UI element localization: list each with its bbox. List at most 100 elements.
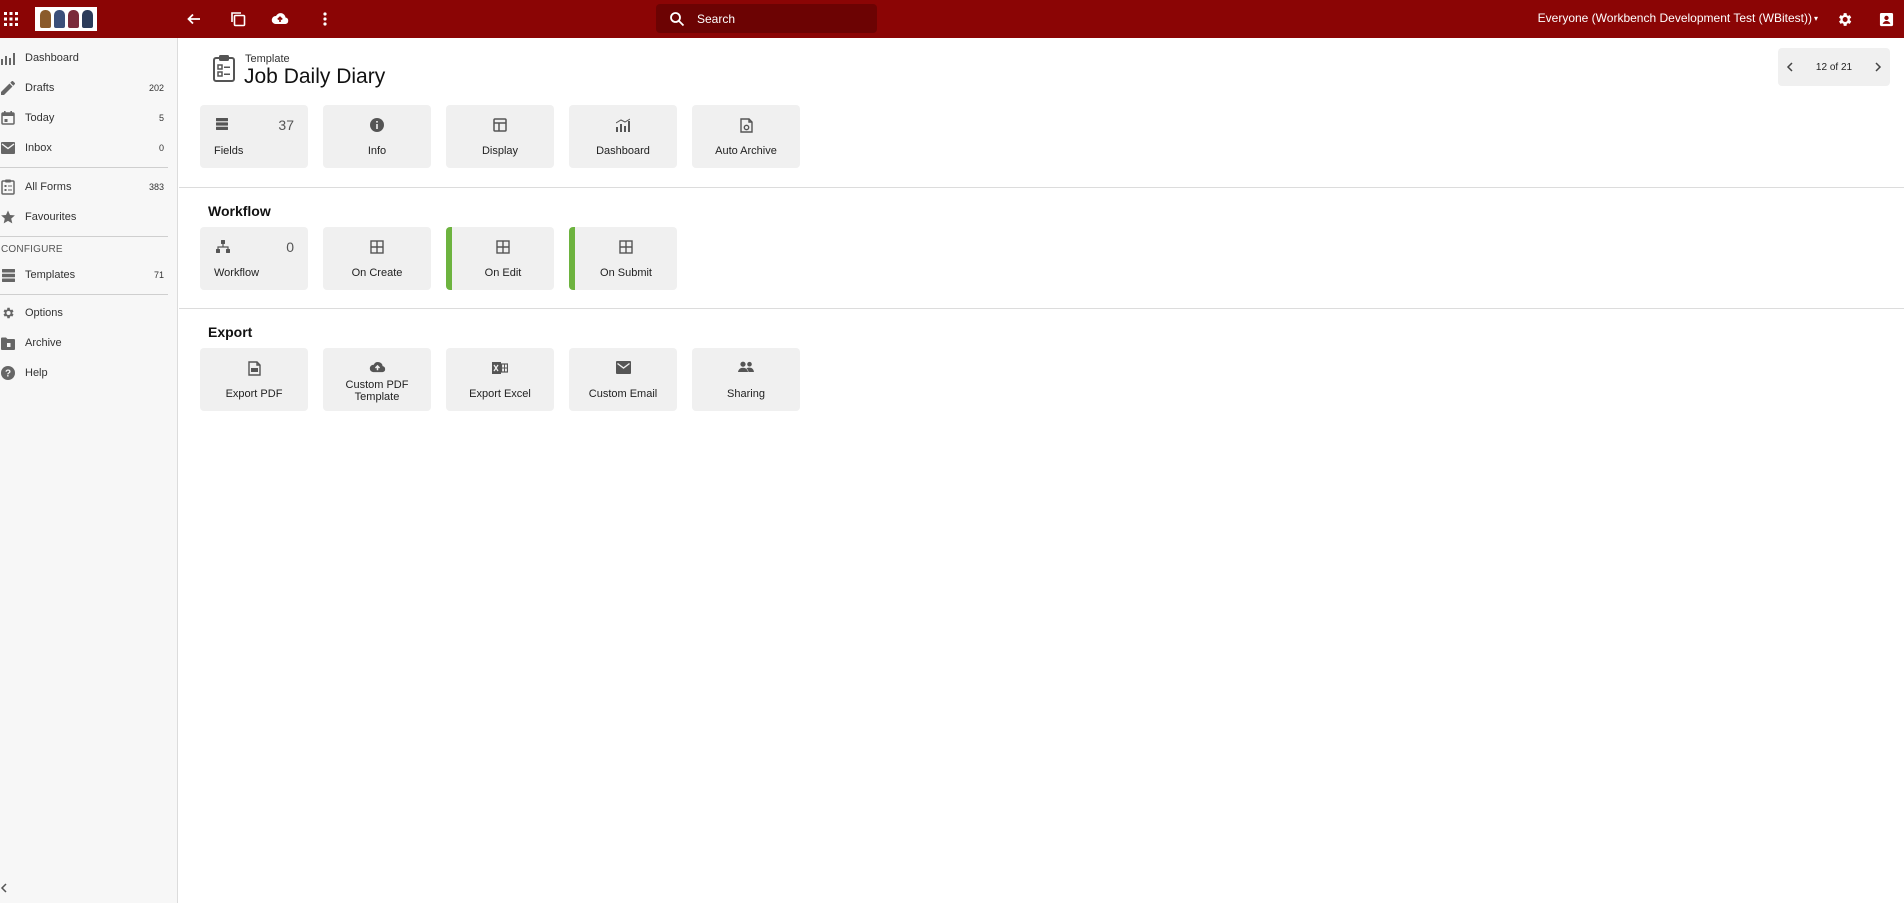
clipboard-template-icon	[212, 54, 236, 82]
card-label: Fields	[214, 145, 244, 157]
sidebar-item-inbox[interactable]: Inbox 0	[0, 133, 168, 163]
card-label: Custom PDF Template	[345, 379, 409, 403]
fields-count: 37	[278, 117, 294, 133]
people-icon	[692, 361, 800, 373]
sidebar-item-all-forms[interactable]: All Forms 383	[0, 172, 168, 202]
pencil-icon	[0, 80, 16, 96]
sidebar-item-label: Drafts	[25, 82, 55, 94]
collapse-sidebar-icon[interactable]	[0, 879, 14, 897]
sidebar-item-help[interactable]: ? Help	[0, 358, 168, 388]
dashboard-card[interactable]: Dashboard	[569, 105, 677, 168]
sidebar-item-label: Archive	[25, 337, 62, 349]
grid-icon	[575, 240, 677, 254]
sidebar-item-label: Options	[25, 307, 63, 319]
sidebar-item-label: Today	[25, 112, 55, 124]
auto-archive-icon	[692, 118, 800, 133]
info-icon	[323, 118, 431, 132]
sidebar-divider	[0, 294, 168, 295]
grid-icon	[452, 240, 554, 254]
sharing-card[interactable]: Sharing	[692, 348, 800, 411]
sidebar-item-label: Favourites	[25, 211, 77, 223]
top-bar: Search Everyone (Workbench Development T…	[0, 0, 1904, 38]
sidebar-item-favourites[interactable]: Favourites	[0, 202, 168, 232]
next-record-chevron-icon[interactable]	[1874, 62, 1882, 72]
help-icon: ?	[0, 365, 16, 381]
grid-icon	[323, 240, 431, 254]
sidebar-item-count: 0	[158, 143, 164, 153]
cloud-upload-icon	[323, 361, 431, 374]
card-label: Export PDF	[225, 388, 283, 400]
previous-record-chevron-icon[interactable]	[1786, 62, 1794, 72]
sidebar-item-count: 71	[153, 270, 164, 280]
export-excel-card[interactable]: Export Excel	[446, 348, 554, 411]
sidebar-item-archive[interactable]: Archive	[0, 328, 168, 358]
sidebar-item-label: Inbox	[25, 142, 52, 154]
custom-email-card[interactable]: Custom Email	[569, 348, 677, 411]
card-label: Dashboard	[596, 145, 650, 157]
dashboard-chart-icon	[569, 118, 677, 132]
sidebar-item-label: All Forms	[25, 181, 72, 193]
on-edit-card[interactable]: On Edit	[446, 227, 554, 290]
info-card[interactable]: Info	[323, 105, 431, 168]
workflow-card[interactable]: 0 Workflow	[200, 227, 308, 290]
user-group-label: Everyone (Workbench Development Test (WB…	[1537, 11, 1812, 25]
sidebar-item-options[interactable]: Options	[0, 298, 168, 328]
sidebar-item-templates[interactable]: Templates 71	[0, 260, 168, 290]
calendar-icon	[0, 110, 16, 126]
sidebar-item-count: 5	[158, 113, 164, 123]
sidebar-item-dashboard[interactable]: Dashboard	[0, 43, 168, 73]
sidebar-section-configure: CONFIGURE	[1, 244, 63, 255]
company-logo[interactable]	[35, 7, 97, 31]
workflow-tree-icon	[216, 240, 308, 253]
sidebar-item-label: Templates	[25, 269, 76, 281]
pager-position: 12 of 21	[1815, 61, 1853, 73]
gear-icon	[0, 305, 16, 321]
dropdown-caret-icon: ▾	[1813, 14, 1818, 24]
sidebar-item-today[interactable]: Today 5	[0, 103, 168, 133]
sidebar-item-count: 202	[148, 83, 164, 93]
export-section-title: Export	[208, 324, 253, 340]
sidebar-divider	[0, 167, 168, 168]
card-label: Export Excel	[469, 388, 531, 400]
card-label: On Submit	[600, 267, 652, 279]
sidebar-item-label: Help	[25, 367, 48, 379]
more-vertical-icon[interactable]	[313, 7, 337, 31]
search-input[interactable]: Search	[656, 4, 877, 33]
display-card[interactable]: Display	[446, 105, 554, 168]
card-label: Auto Archive	[715, 145, 777, 157]
card-label: Workflow	[214, 267, 260, 279]
custom-pdf-template-card[interactable]: Custom PDF Template	[323, 348, 431, 411]
cloud-upload-icon[interactable]	[268, 7, 292, 31]
copy-icon[interactable]	[226, 7, 250, 31]
card-label: On Edit	[484, 267, 522, 279]
on-submit-card[interactable]: On Submit	[569, 227, 677, 290]
search-icon	[669, 11, 685, 27]
back-arrow-icon[interactable]	[182, 7, 206, 31]
svg-text:?: ?	[5, 369, 11, 380]
main-content: Template Job Daily Diary 12 of 21 37 Fie…	[179, 38, 1904, 903]
user-group-selector[interactable]: Everyone (Workbench Development Test (WB…	[1538, 11, 1818, 25]
search-placeholder: Search	[697, 11, 736, 26]
sidebar-divider	[0, 236, 168, 237]
account-icon[interactable]	[1874, 7, 1898, 31]
mail-icon	[0, 140, 16, 156]
auto-archive-card[interactable]: Auto Archive	[692, 105, 800, 168]
clipboard-icon	[0, 179, 16, 195]
excel-icon	[446, 361, 554, 375]
export-pdf-card[interactable]: Export PDF	[200, 348, 308, 411]
sidebar-item-label: Dashboard	[25, 52, 79, 64]
card-label: Display	[481, 145, 519, 157]
fields-card[interactable]: 37 Fields	[200, 105, 308, 168]
section-divider	[179, 308, 1904, 309]
on-create-card[interactable]: On Create	[323, 227, 431, 290]
archive-icon	[0, 335, 16, 351]
list-icon	[0, 267, 16, 283]
workflow-count: 0	[286, 239, 294, 255]
settings-gear-icon[interactable]	[1832, 7, 1856, 31]
display-layout-icon	[446, 118, 554, 132]
card-label: Info	[367, 145, 387, 157]
pdf-file-icon	[200, 361, 308, 376]
apps-grid-icon[interactable]	[0, 7, 23, 31]
record-pager: 12 of 21	[1778, 48, 1890, 86]
sidebar-item-drafts[interactable]: Drafts 202	[0, 73, 168, 103]
